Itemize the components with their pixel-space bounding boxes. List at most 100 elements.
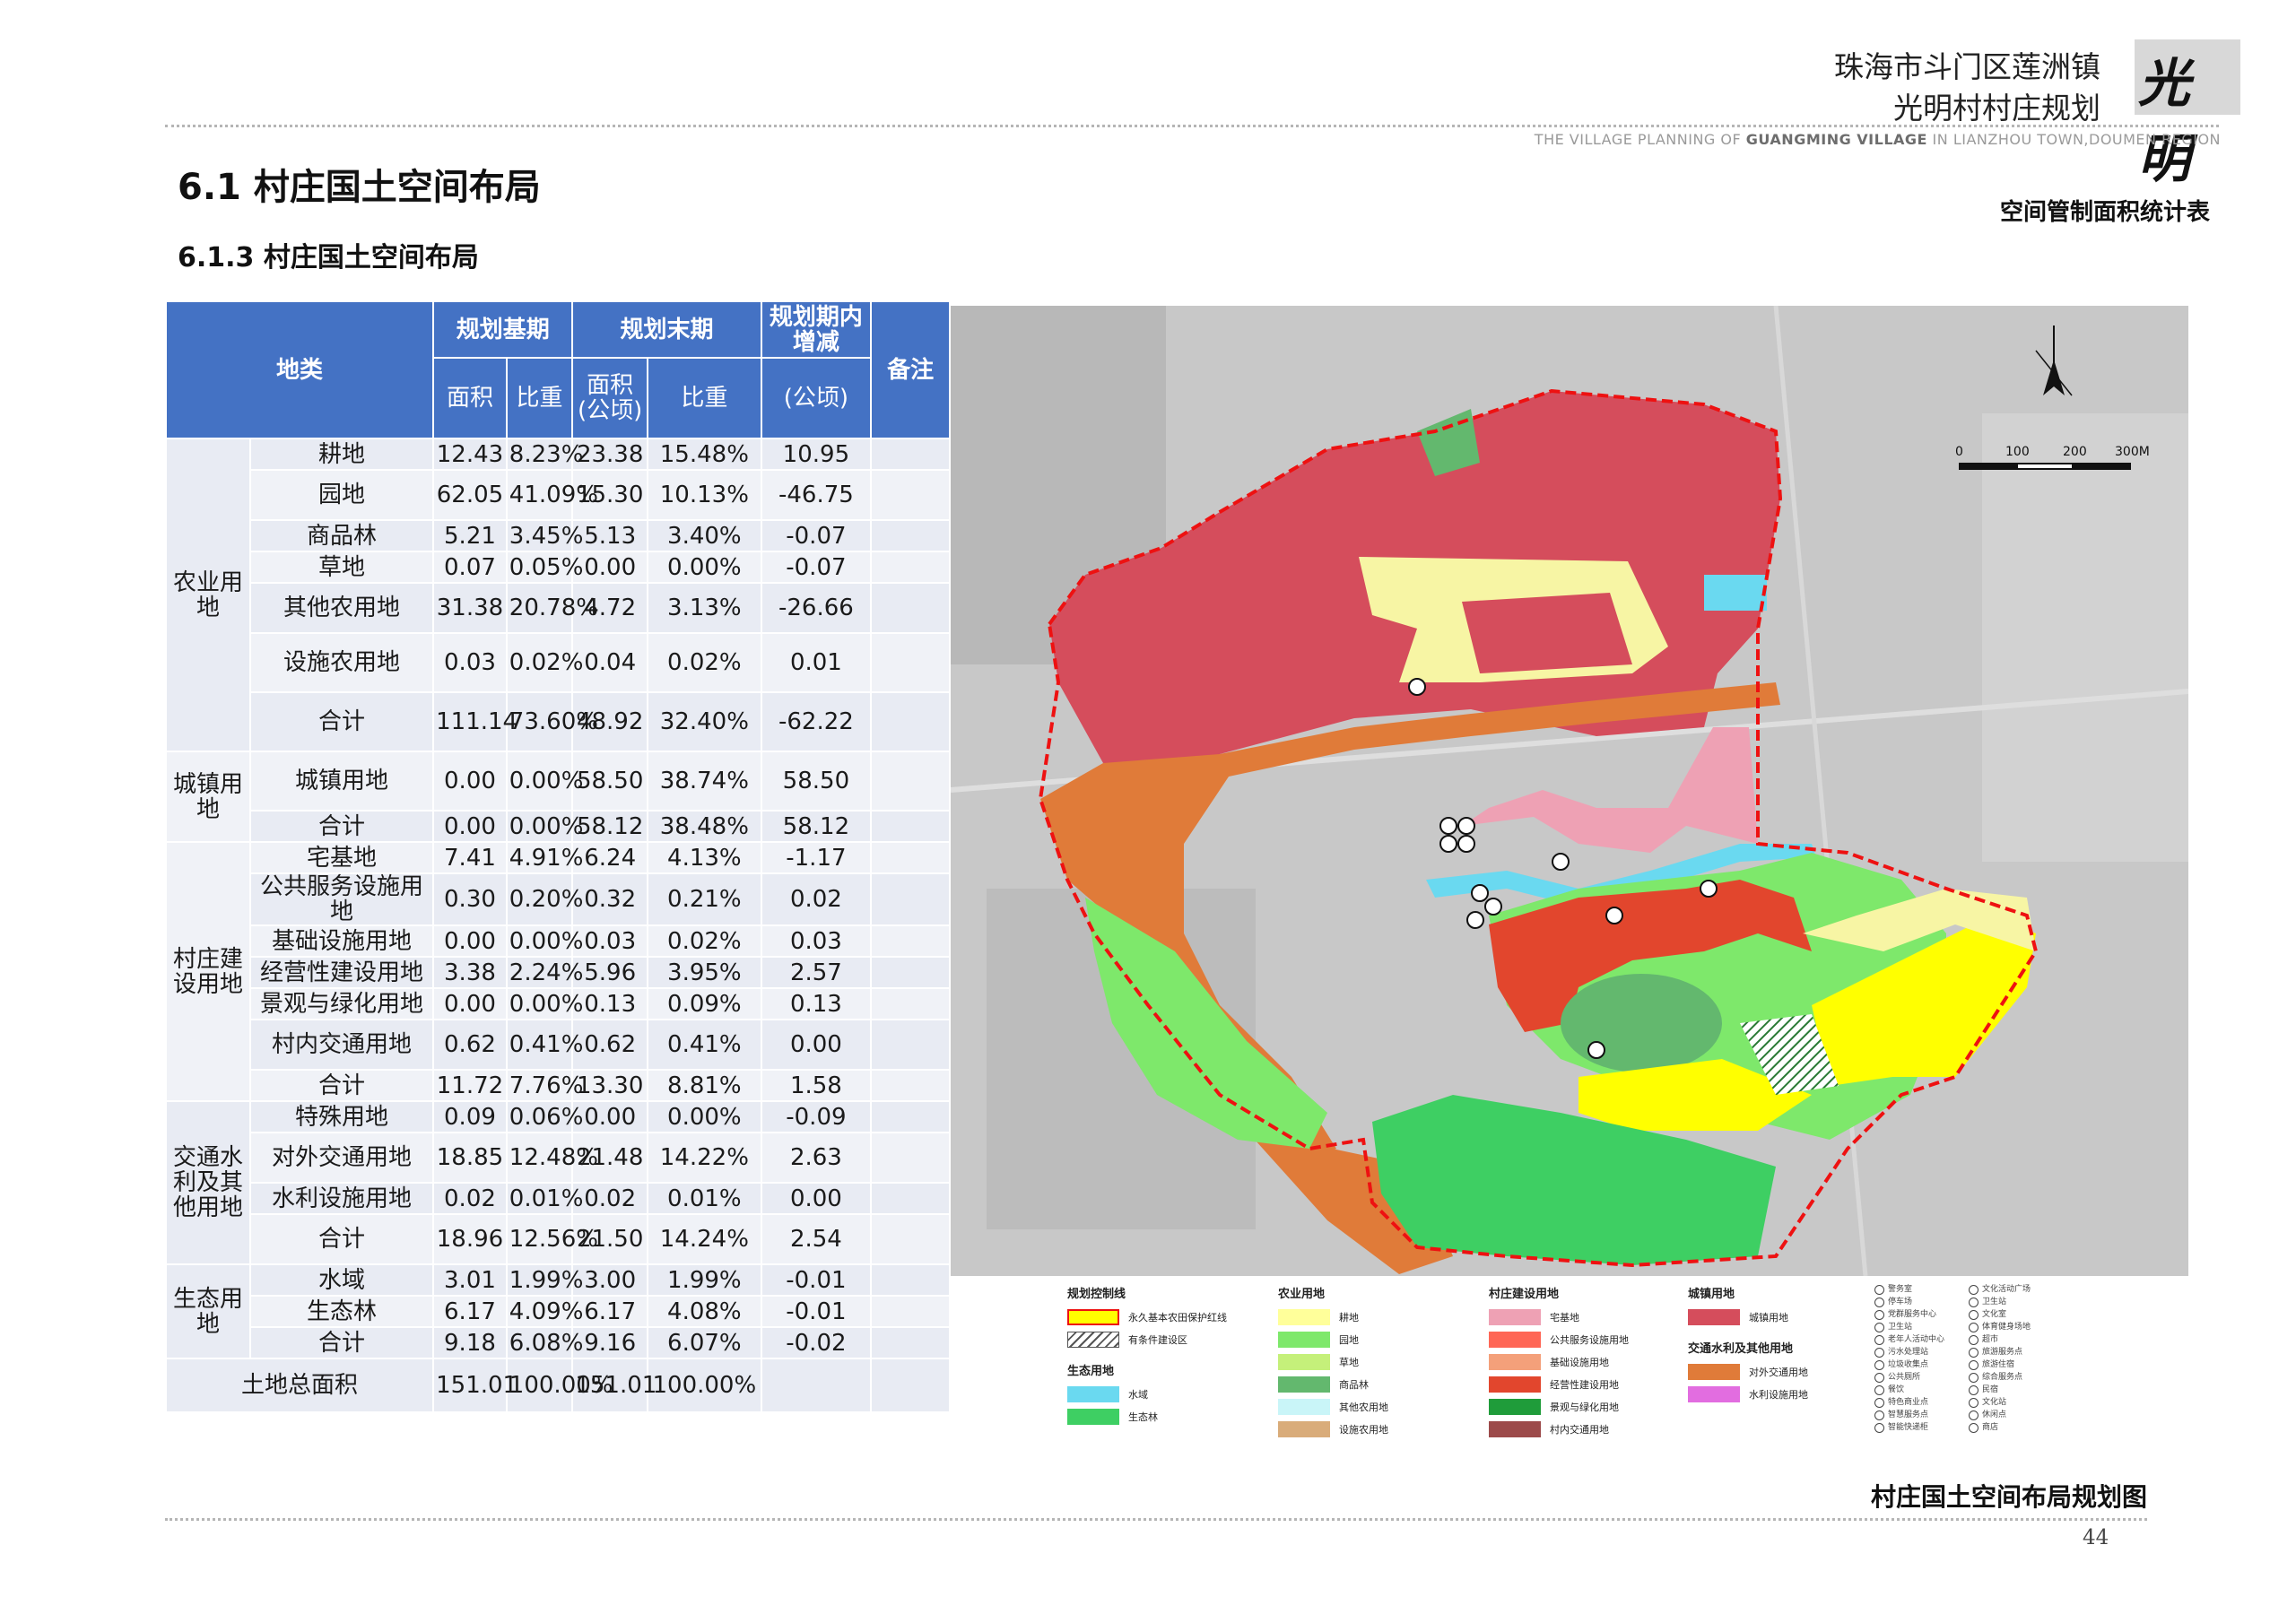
total-ratio-base: 100.00%: [505, 1358, 613, 1413]
legend-item: 水域: [1067, 1384, 1227, 1403]
legend-symbol-label: 老年人活动中心: [1888, 1335, 1945, 1344]
legend-label: 耕地: [1339, 1311, 1359, 1324]
area-base-cell: 0.62: [432, 1019, 508, 1071]
legend-label: 水域: [1128, 1388, 1148, 1401]
note-cell: [870, 582, 951, 634]
table-row: 交通水利及其他用地 特殊用地 0.09 0.06% 0.00 0.00% -0.09: [165, 1100, 951, 1265]
ratio-base-cell: 7.76%: [505, 1069, 583, 1102]
area-end-cell: 23.38: [571, 438, 649, 471]
project-title-line2: 光明村村庄规划: [1893, 91, 2100, 126]
note-cell: [870, 1263, 951, 1297]
legend-symbol: 旅游住宿: [1969, 1359, 2031, 1371]
note-cell: [870, 469, 951, 521]
legend-symbol-label: 智慧服务点: [1888, 1410, 1929, 1419]
facility-symbol-icon: [1969, 1298, 1979, 1307]
subcategory-cell: 合计: [248, 1326, 435, 1359]
legend-symbol-label: 垃圾收集点: [1888, 1360, 1929, 1369]
legend-symbol-label: 休闲点: [1982, 1410, 2007, 1419]
legend-symbol-label: 公共厕所: [1888, 1373, 1921, 1382]
scale-segment: [2074, 463, 2131, 470]
ratio-end-cell: 32.40%: [647, 691, 762, 752]
facility-symbol-icon: [1874, 1398, 1884, 1408]
change-cell: -0.07: [760, 519, 873, 552]
legend-label: 公共服务设施用地: [1550, 1333, 1629, 1346]
legend-symbol-label: 卫生站: [1982, 1298, 2007, 1306]
subcategory-cell: 合计: [248, 1069, 435, 1102]
legend-symbol: 餐饮: [1874, 1384, 1944, 1396]
legend-symbol: 垃圾收集点: [1874, 1359, 1944, 1371]
legend-col-urban: 城镇用地 城镇用地 交通水利及其他用地 对外交通用地 水利设施用地: [1688, 1284, 1808, 1407]
legend-symbol: 公共厕所: [1874, 1372, 1944, 1384]
header-area: 面积: [432, 357, 508, 439]
note-cell: [870, 1019, 951, 1071]
english-subtitle: THE VILLAGE PLANNING OF GUANGMING VILLAG…: [1535, 131, 2221, 148]
ratio-base-cell: 0.06%: [505, 1100, 583, 1133]
ratio-base-cell: 12.48%: [505, 1132, 598, 1184]
legend-item: 经营性建设用地: [1489, 1375, 1629, 1393]
subcategory-cell: 宅基地: [248, 841, 435, 874]
ratio-end-cell: 1.99%: [647, 1263, 762, 1297]
legend-swatch: [1067, 1408, 1119, 1425]
legend-swatch: [1278, 1376, 1330, 1393]
legend-symbol: 民宿: [1969, 1384, 2031, 1396]
table-row: 合计 0.00 0.00% 58.12 38.48% 58.12: [166, 810, 951, 843]
facility-symbol-icon: [1969, 1285, 1979, 1295]
area-end-cell: 4.72: [571, 582, 649, 634]
legend-label: 基础设施用地: [1550, 1356, 1609, 1368]
subcategory-cell: 合计: [248, 691, 435, 752]
table-row: 生态林 6.17 4.09% 6.17 4.08% -0.01: [166, 1295, 951, 1328]
ratio-end-cell: 14.22%: [647, 1132, 762, 1184]
area-base-cell: 18.96: [432, 1213, 508, 1265]
area-base-cell: 3.38: [432, 956, 508, 989]
facility-symbol-icon: [1874, 1285, 1884, 1295]
legend-label: 永久基本农田保护红线: [1128, 1311, 1227, 1324]
table-row: 合计 11.72 7.76% 13.30 8.81% 1.58: [166, 1069, 951, 1102]
land-use-map: 0 100 200 300M: [951, 306, 2188, 1276]
ratio-base-cell: 0.00%: [505, 810, 583, 843]
zone-water-pond: [1704, 575, 1767, 611]
legend-swatch: [1489, 1331, 1541, 1348]
change-cell: 1.58: [760, 1069, 873, 1102]
change-cell: -62.22: [760, 691, 873, 752]
legend-label: 生态林: [1128, 1410, 1158, 1423]
change-cell: 0.03: [760, 924, 873, 958]
area-end-cell: 0.32: [571, 872, 649, 926]
change-cell: 0.00: [760, 1182, 873, 1215]
legend-col-control: 规划控制线 永久基本农田保护红线 有条件建设区 生态用地 水域 生态林: [1067, 1284, 1227, 1429]
legend-symbol-label: 旅游服务点: [1982, 1348, 2023, 1357]
map-marker: [1439, 835, 1457, 853]
table-row: 设施农用地 0.03 0.02% 0.04 0.02% 0.01: [166, 632, 951, 693]
ratio-end-cell: 0.02%: [647, 632, 762, 693]
table-row: 合计 111.14 73.60% 48.92 32.40% -62.22: [166, 691, 951, 752]
ratio-base-cell: 12.56%: [505, 1213, 598, 1265]
total-ratio-end: 100.00%: [647, 1358, 762, 1413]
legend-symbol: 商店: [1969, 1422, 2031, 1434]
legend-symbol: 休闲点: [1969, 1410, 2031, 1421]
legend-item: 草地: [1278, 1352, 1388, 1371]
legend-item: 宅基地: [1489, 1307, 1629, 1326]
header-area-ha: 面积(公顷): [571, 357, 649, 439]
table-row: 村庄建设用地 宅基地 7.41 4.91% 6.24 4.13% -1.17: [165, 841, 951, 1102]
facility-symbol-icon: [1969, 1348, 1979, 1358]
ratio-base-cell: 1.99%: [505, 1263, 583, 1297]
facility-symbol-icon: [1874, 1385, 1884, 1395]
legend-head-control: 规划控制线: [1067, 1288, 1126, 1301]
change-cell: 0.01: [760, 632, 873, 693]
legend-swatch: [1278, 1398, 1330, 1415]
area-base-cell: 31.38: [432, 582, 508, 634]
legend-swatch: [1489, 1308, 1541, 1325]
area-end-cell: 0.03: [571, 924, 649, 958]
legend-head-agri: 农业用地: [1278, 1288, 1326, 1301]
map-marker: [1439, 817, 1457, 835]
satellite-patch: [1982, 413, 2188, 862]
scale-label-200: 200: [2063, 445, 2087, 459]
change-cell: -0.01: [760, 1295, 873, 1328]
ratio-end-cell: 3.95%: [647, 956, 762, 989]
zone-other-agri-2: [1462, 593, 1632, 673]
category-cell: 交通水利及其他用地: [165, 1100, 251, 1265]
scale-segment: [2016, 463, 2074, 470]
change-cell: 2.54: [760, 1213, 873, 1265]
legend-label: 景观与绿化用地: [1550, 1401, 1619, 1413]
scale-bar: 0 100 200 300M: [1955, 445, 2150, 481]
subcategory-cell: 设施农用地: [248, 632, 435, 693]
